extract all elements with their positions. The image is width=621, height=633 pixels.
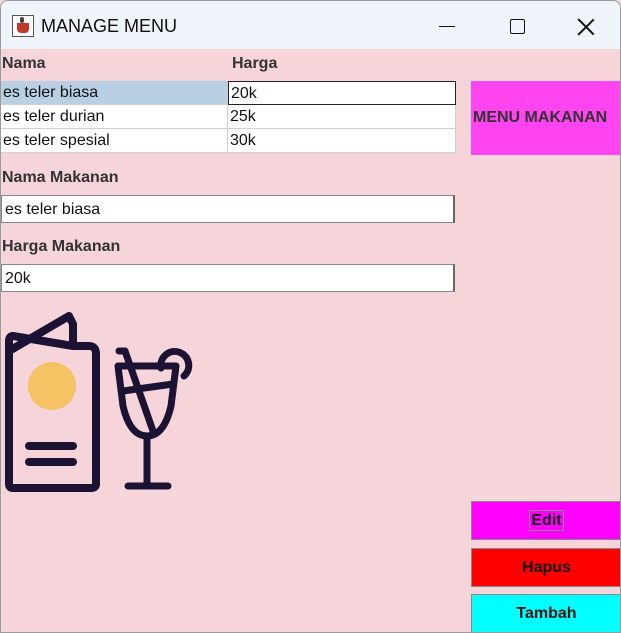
drink-glass-icon <box>114 347 193 490</box>
tambah-button[interactable]: Tambah <box>471 594 620 632</box>
harga-makanan-input[interactable]: 20k <box>1 264 455 292</box>
column-header-harga[interactable]: Harga <box>232 55 277 73</box>
nama-makanan-input[interactable]: es teler biasa <box>1 195 455 223</box>
column-header-nama[interactable]: Nama <box>2 55 46 73</box>
table-row[interactable]: es teler durian 25k <box>1 105 456 129</box>
app-window: MANAGE MENU Nama Harga es teler biasa 20… <box>0 0 621 633</box>
window-title: MANAGE MENU <box>41 16 178 36</box>
close-icon <box>577 18 595 36</box>
harga-makanan-label: Harga Makanan <box>2 238 121 255</box>
nama-makanan-label: Nama Makanan <box>2 169 119 186</box>
close-button[interactable] <box>555 1 619 49</box>
maximize-button[interactable] <box>485 1 549 49</box>
menu-makanan-label: MENU MAKANAN <box>471 81 620 155</box>
menu-book-accent <box>28 362 76 410</box>
menu-table[interactable]: es teler biasa 20k es teler durian 25k e… <box>1 81 456 153</box>
minimize-button[interactable] <box>415 1 479 49</box>
table-cell-name[interactable]: es teler biasa <box>1 81 228 105</box>
table-cell-price[interactable]: 30k <box>228 129 456 153</box>
title-bar[interactable]: MANAGE MENU <box>1 1 620 49</box>
maximize-icon <box>510 19 525 34</box>
edit-button[interactable]: Edit <box>471 501 620 540</box>
table-row[interactable]: es teler biasa 20k <box>1 81 456 105</box>
minimize-icon <box>439 26 455 27</box>
menu-illustration <box>5 312 193 492</box>
table-cell-price[interactable]: 25k <box>228 105 456 129</box>
table-cell-price[interactable]: 20k <box>228 81 456 105</box>
table-cell-name[interactable]: es teler spesial <box>1 129 228 153</box>
table-row[interactable]: es teler spesial 30k <box>1 129 456 153</box>
edit-button-label: Edit <box>529 510 564 531</box>
table-cell-name[interactable]: es teler durian <box>1 105 228 129</box>
hapus-button[interactable]: Hapus <box>471 548 620 587</box>
java-cup-icon <box>12 15 34 37</box>
